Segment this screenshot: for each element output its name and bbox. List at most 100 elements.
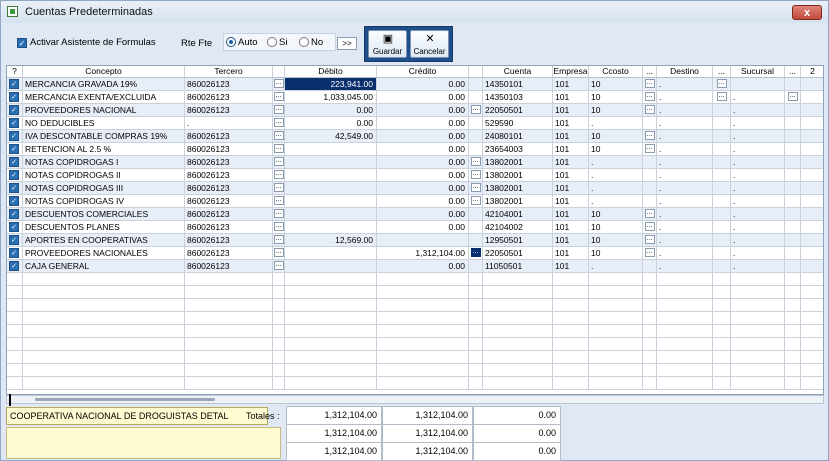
cell-tercero[interactable]	[185, 312, 273, 325]
cell-ccbtn[interactable]: ...	[643, 143, 657, 156]
cell-chk[interactable]: ✓	[7, 78, 23, 91]
cell-sucursal[interactable]: .	[731, 104, 785, 117]
cell-empresa[interactable]: 101	[553, 104, 589, 117]
cell-concepto[interactable]: APORTES EN COOPERATIVAS	[23, 234, 185, 247]
cell-sucursal[interactable]: .	[731, 260, 785, 273]
ellipsis-button[interactable]: ...	[273, 144, 284, 153]
cell-credito[interactable]: 0.00	[377, 78, 469, 91]
ellipsis-button[interactable]: ...	[470, 105, 481, 114]
cell-cuenta[interactable]	[483, 286, 553, 299]
cell-ccbtn[interactable]	[643, 195, 657, 208]
cell-destino[interactable]	[657, 364, 713, 377]
cell-destbtn[interactable]	[713, 104, 731, 117]
cell-terbtn[interactable]	[273, 286, 285, 299]
radio-auto[interactable]	[226, 37, 236, 47]
cell-sucbtn[interactable]	[785, 377, 801, 390]
cell-terbtn[interactable]: ...	[273, 156, 285, 169]
cell-tercero[interactable]	[185, 377, 273, 390]
cell-ccosto[interactable]: 10	[589, 221, 643, 234]
cell-empresa[interactable]	[553, 286, 589, 299]
cell-extra[interactable]	[801, 351, 823, 364]
cell-destbtn[interactable]	[713, 299, 731, 312]
cell-credbtn[interactable]	[469, 325, 483, 338]
cell-credbtn[interactable]	[469, 91, 483, 104]
empty-table-row[interactable]	[7, 312, 823, 325]
cell-ccosto[interactable]: .	[589, 156, 643, 169]
header-col-tercero-btn[interactable]	[273, 66, 285, 77]
cell-concepto[interactable]	[23, 377, 185, 390]
ellipsis-button[interactable]: ...	[470, 196, 481, 205]
cell-extra[interactable]	[801, 273, 823, 286]
cell-chk[interactable]: ✓	[7, 91, 23, 104]
cell-ccbtn[interactable]	[643, 325, 657, 338]
cell-destino[interactable]	[657, 325, 713, 338]
cell-chk[interactable]: ✓	[7, 221, 23, 234]
cell-ccbtn[interactable]: ...	[643, 78, 657, 91]
ellipsis-button[interactable]: ...	[716, 92, 727, 101]
cell-debito[interactable]	[285, 182, 377, 195]
cell-tercero[interactable]: 860026123	[185, 260, 273, 273]
row-checkbox[interactable]: ✓	[9, 183, 19, 193]
cell-cuenta[interactable]: 13802001	[483, 169, 553, 182]
cell-concepto[interactable]	[23, 325, 185, 338]
cell-sucursal[interactable]	[731, 78, 785, 91]
cell-cuenta[interactable]: 24080101	[483, 130, 553, 143]
cell-terbtn[interactable]	[273, 325, 285, 338]
horizontal-scrollbar[interactable]	[6, 394, 824, 406]
cell-sucbtn[interactable]	[785, 143, 801, 156]
cell-credbtn[interactable]	[469, 377, 483, 390]
row-checkbox[interactable]: ✓	[9, 170, 19, 180]
cell-sucbtn[interactable]	[785, 286, 801, 299]
empty-table-row[interactable]	[7, 286, 823, 299]
cell-terbtn[interactable]	[273, 299, 285, 312]
cell-debito[interactable]	[285, 338, 377, 351]
cell-tercero[interactable]: 860026123	[185, 130, 273, 143]
cell-chk[interactable]	[7, 377, 23, 390]
cell-ccosto[interactable]	[589, 312, 643, 325]
cell-sucbtn[interactable]	[785, 221, 801, 234]
cell-sucursal[interactable]: .	[731, 91, 785, 104]
row-checkbox[interactable]: ✓	[9, 79, 19, 89]
cell-destbtn[interactable]	[713, 195, 731, 208]
cell-credbtn[interactable]: ...	[469, 169, 483, 182]
cell-chk[interactable]	[7, 364, 23, 377]
cell-extra[interactable]	[801, 364, 823, 377]
cell-extra[interactable]	[801, 247, 823, 260]
cell-credito[interactable]: 0.00	[377, 208, 469, 221]
cell-sucbtn[interactable]	[785, 208, 801, 221]
cell-terbtn[interactable]: ...	[273, 117, 285, 130]
cell-sucursal[interactable]	[731, 364, 785, 377]
cell-destbtn[interactable]	[713, 156, 731, 169]
cell-tercero[interactable]: 860026123	[185, 78, 273, 91]
table-row[interactable]: ✓ DESCUENTOS COMERCIALES 860026123... 0.00 4…	[7, 208, 823, 221]
cell-sucbtn[interactable]	[785, 169, 801, 182]
cell-sucbtn[interactable]	[785, 364, 801, 377]
cell-destino[interactable]: .	[657, 234, 713, 247]
cell-concepto[interactable]: DESCUENTOS PLANES	[23, 221, 185, 234]
ellipsis-button[interactable]: ...	[273, 79, 284, 88]
cell-debito[interactable]	[285, 221, 377, 234]
cell-terbtn[interactable]: ...	[273, 260, 285, 273]
cell-debito[interactable]	[285, 169, 377, 182]
cell-destino[interactable]: .	[657, 247, 713, 260]
cell-cuenta[interactable]: 11050501	[483, 260, 553, 273]
ellipsis-button[interactable]: ...	[273, 261, 284, 270]
empty-table-row[interactable]	[7, 351, 823, 364]
cell-ccbtn[interactable]: ...	[643, 234, 657, 247]
cell-chk[interactable]: ✓	[7, 169, 23, 182]
cell-chk[interactable]: ✓	[7, 208, 23, 221]
cell-empresa[interactable]	[553, 273, 589, 286]
cell-cuenta[interactable]	[483, 351, 553, 364]
table-row[interactable]: ✓ NO DEDUCIBLES.... 0.00 0.00 529590 101...	[7, 117, 823, 130]
cell-destbtn[interactable]: ...	[713, 78, 731, 91]
cell-concepto[interactable]: DESCUENTOS COMERCIALES	[23, 208, 185, 221]
more-button[interactable]: >>	[337, 37, 357, 50]
cell-tercero[interactable]	[185, 273, 273, 286]
cell-terbtn[interactable]	[273, 338, 285, 351]
cell-ccbtn[interactable]	[643, 156, 657, 169]
cell-debito[interactable]	[285, 325, 377, 338]
table-row[interactable]: ✓ IVA DESCONTABLE COMPRAS 19% 860026123...…	[7, 130, 823, 143]
cell-cuenta[interactable]	[483, 273, 553, 286]
cell-empresa[interactable]: 101	[553, 78, 589, 91]
cell-cuenta[interactable]	[483, 364, 553, 377]
